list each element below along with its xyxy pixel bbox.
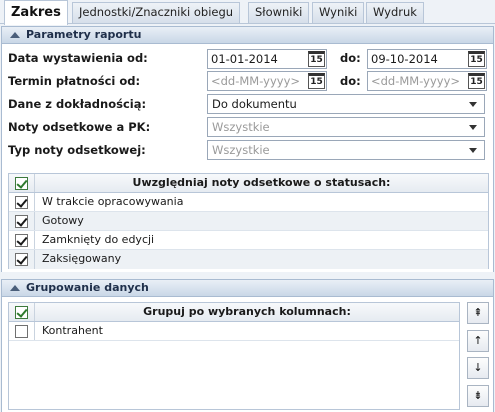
issue-date-to-field[interactable]: 09-10-2014 15 <box>367 49 487 69</box>
precision-select[interactable]: Do dokumentu <box>207 94 485 114</box>
calendar-icon[interactable]: 15 <box>468 73 485 89</box>
row-checkbox[interactable] <box>15 325 28 338</box>
notes-pk-label: Noty odsetkowe a PK: <box>8 120 151 134</box>
grouping-grid: Grupuj po wybranych kolumnach: Kontrahen… <box>8 302 460 410</box>
chevron-down-icon[interactable] <box>469 102 477 107</box>
due-date-from-placeholder: <dd-MM-yyyy> <box>211 74 301 88</box>
calendar-icon[interactable]: 15 <box>308 73 325 89</box>
status-grid-header-text: Uwzględniaj noty odsetkowe o statusach: <box>132 176 391 189</box>
table-row[interactable]: Zaksięgowany <box>9 250 488 269</box>
table-row[interactable]: Gotowy <box>9 212 488 231</box>
arrow-down-icon: ↓ <box>473 361 483 374</box>
row-label: Gotowy <box>42 214 84 227</box>
row-label: Kontrahent <box>42 324 103 337</box>
precision-value: Do dokumentu <box>212 97 297 111</box>
table-row[interactable]: Kontrahent <box>9 322 459 341</box>
issue-date-to-label: do: <box>340 51 361 65</box>
chevron-down-icon[interactable] <box>469 125 477 130</box>
double-arrow-up-icon: ⇞ <box>473 306 483 319</box>
select-all-cell[interactable] <box>9 174 35 192</box>
section-header-grouping[interactable]: Grupowanie danych <box>1 279 494 297</box>
row-label: Zamknięty do edycji <box>42 233 155 246</box>
due-date-to-label: do: <box>340 74 361 88</box>
issue-date-label: Data wystawienia od: <box>8 51 148 65</box>
note-type-select[interactable]: Wszystkie <box>207 140 485 160</box>
note-type-label: Typ noty odsetkowej: <box>8 143 146 157</box>
move-down-button[interactable]: ↓ <box>467 357 489 379</box>
chevron-down-icon[interactable] <box>469 148 477 153</box>
notes-pk-select[interactable]: Wszystkie <box>207 117 485 137</box>
select-all-checkbox[interactable] <box>15 306 28 319</box>
row-checkbox[interactable] <box>15 196 28 209</box>
row-label: W trakcie opracowywania <box>42 195 184 208</box>
table-row[interactable]: Zamknięty do edycji <box>9 231 488 250</box>
select-all-checkbox[interactable] <box>15 177 28 190</box>
note-type-value: Wszystkie <box>212 143 270 157</box>
collapse-arrow-icon[interactable] <box>10 285 20 291</box>
calendar-icon[interactable]: 15 <box>468 51 485 67</box>
grouping-grid-header-text: Grupuj po wybranych kolumnach: <box>143 305 351 318</box>
tab-slowniki[interactable]: Słowniki <box>248 2 310 23</box>
row-checkbox[interactable] <box>15 215 28 228</box>
due-date-from-field[interactable]: <dd-MM-yyyy> 15 <box>207 71 327 91</box>
due-date-label: Termin płatności od: <box>8 74 141 88</box>
double-arrow-down-icon: ⇟ <box>473 389 483 402</box>
tab-jednostki[interactable]: Jednostki/Znaczniki obiegu <box>72 2 241 23</box>
move-top-button[interactable]: ⇞ <box>467 302 489 324</box>
status-grid: Uwzględniaj noty odsetkowe o statusach: … <box>8 173 489 269</box>
precision-label: Dane z dokładnością: <box>8 97 147 111</box>
table-row[interactable]: W trakcie opracowywania <box>9 193 488 212</box>
grouping-grid-header: Grupuj po wybranych kolumnach: <box>9 303 459 322</box>
issue-date-to-value: 09-10-2014 <box>371 52 438 66</box>
tab-wydruk[interactable]: Wydruk <box>366 2 424 23</box>
collapse-arrow-icon[interactable] <box>10 32 20 38</box>
notes-pk-value: Wszystkie <box>212 120 270 134</box>
due-date-to-placeholder: <dd-MM-yyyy> <box>371 74 461 88</box>
tab-wyniki[interactable]: Wyniki <box>312 2 365 23</box>
move-bottom-button[interactable]: ⇟ <box>467 385 489 407</box>
section-header-params[interactable]: Parametry raportu <box>1 26 494 44</box>
arrow-up-icon: ↑ <box>473 334 483 347</box>
status-grid-header: Uwzględniaj noty odsetkowe o statusach: <box>9 174 488 193</box>
calendar-icon[interactable]: 15 <box>308 51 325 67</box>
move-up-button[interactable]: ↑ <box>467 330 489 352</box>
select-all-cell[interactable] <box>9 303 35 321</box>
section-title: Grupowanie danych <box>26 281 149 294</box>
row-checkbox[interactable] <box>15 234 28 247</box>
section-title: Parametry raportu <box>26 28 142 41</box>
tab-bar: Zakres Jednostki/Znaczniki obiegu Słowni… <box>0 0 495 25</box>
issue-date-from-field[interactable]: 01-01-2014 15 <box>207 49 327 69</box>
row-checkbox[interactable] <box>15 253 28 266</box>
row-label: Zaksięgowany <box>42 252 122 265</box>
tab-zakres[interactable]: Zakres <box>4 0 68 25</box>
issue-date-from-value: 01-01-2014 <box>211 52 278 66</box>
due-date-to-field[interactable]: <dd-MM-yyyy> 15 <box>367 71 487 91</box>
